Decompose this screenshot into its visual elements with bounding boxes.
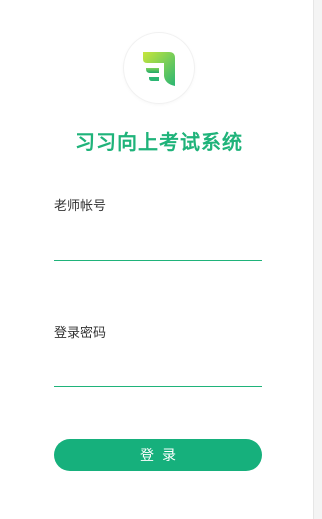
app-title: 习习向上考试系统 xyxy=(75,130,243,154)
app-logo xyxy=(124,33,194,103)
account-label: 老师帐号 xyxy=(54,199,107,214)
password-label: 登录密码 xyxy=(54,326,107,341)
password-input[interactable] xyxy=(54,360,262,387)
account-input[interactable] xyxy=(54,234,262,261)
window-edge xyxy=(313,0,322,519)
login-button[interactable]: 登录 xyxy=(54,439,262,471)
brand-logo-icon xyxy=(143,52,175,86)
